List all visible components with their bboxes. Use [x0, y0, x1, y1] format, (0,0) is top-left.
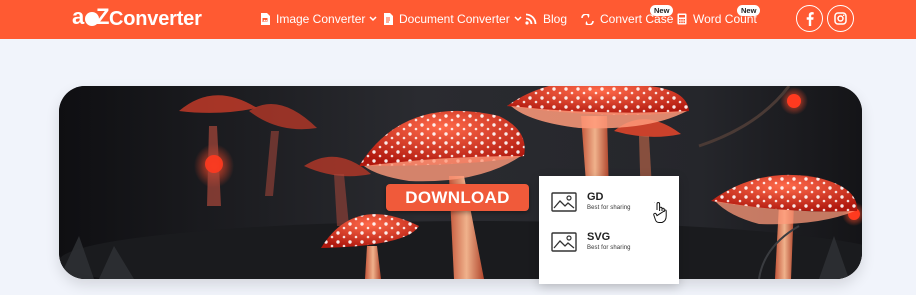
hero-banner: DOWNLOAD [59, 86, 862, 279]
convert-case-icon [581, 13, 594, 25]
logo-text: Converter [109, 7, 202, 30]
facebook-icon [806, 11, 814, 26]
nav-label: Blog [543, 12, 568, 26]
new-badge: New [737, 5, 761, 16]
rss-icon [525, 13, 537, 25]
nav-image-converter[interactable]: Image Converter [260, 11, 377, 27]
chevron-down-icon [514, 16, 522, 22]
format-option-svg[interactable]: SVG Best for sharing [551, 228, 671, 256]
nav-label: Document Converter [399, 12, 510, 26]
new-badge: New [650, 5, 674, 16]
nav-document-converter[interactable]: Document Converter [383, 11, 522, 27]
logo-mark: a Z [72, 4, 110, 29]
nav-blog[interactable]: Blog [525, 11, 567, 27]
image-icon [551, 232, 577, 252]
instagram-button[interactable] [827, 5, 854, 32]
nav-convert-case[interactable]: Convert Case New [581, 5, 674, 27]
facebook-button[interactable] [796, 5, 823, 32]
document-file-icon [384, 13, 393, 25]
mushroom-illustration [59, 86, 862, 279]
nav-word-count[interactable]: Word Count New [677, 5, 761, 27]
format-subtitle: Best for sharing [587, 245, 631, 251]
image-icon [551, 192, 577, 212]
site-header: a Z Converter Image Converter Document C… [0, 0, 916, 39]
hand-cursor-icon [653, 202, 667, 223]
nav-label: Image Converter [276, 12, 366, 26]
instagram-icon [834, 12, 847, 25]
format-subtitle: Best for sharing [587, 205, 631, 211]
format-title: GD [587, 191, 604, 203]
download-button[interactable]: DOWNLOAD [386, 184, 529, 211]
download-format-menu: GD Best for sharing SVG Best for sharing [539, 176, 679, 284]
chevron-down-icon [369, 16, 377, 22]
image-file-icon [261, 13, 270, 25]
site-logo[interactable]: a Z Converter [72, 4, 202, 32]
calculator-icon [677, 13, 687, 25]
format-title: SVG [587, 231, 611, 243]
